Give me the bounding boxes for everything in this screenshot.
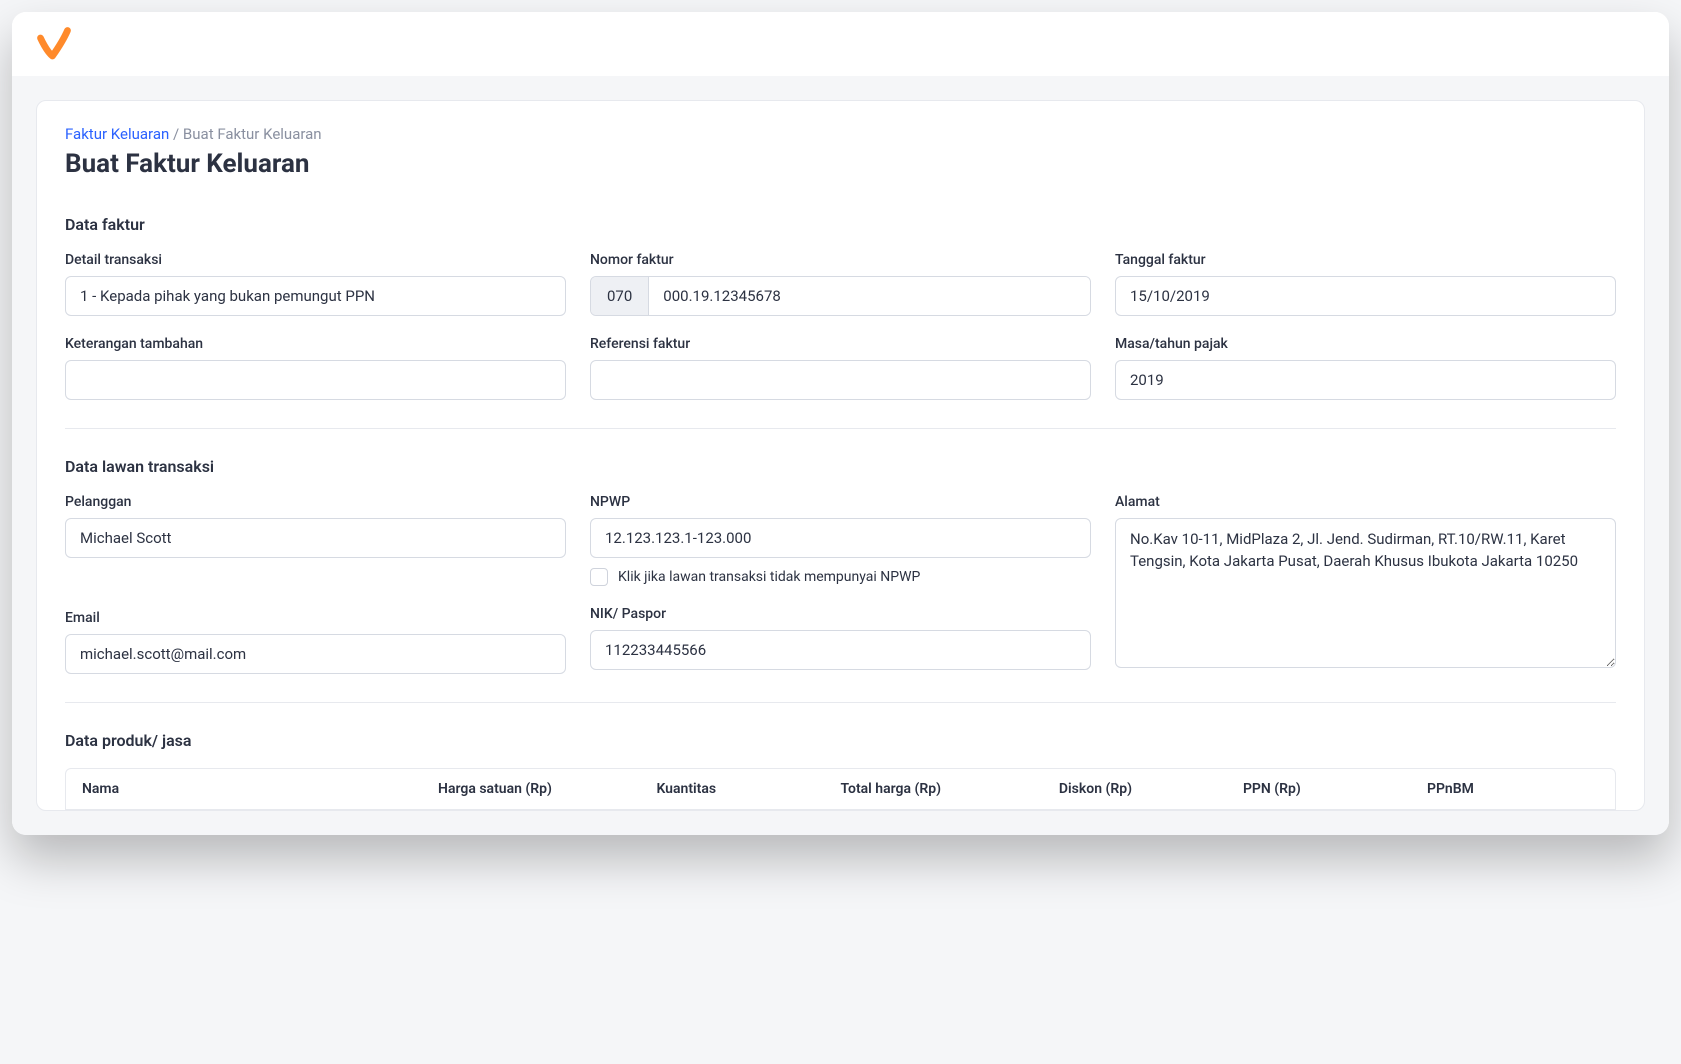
input-detail-transaksi[interactable] [65, 276, 566, 316]
input-referensi-faktur[interactable] [590, 360, 1091, 400]
label-referensi-faktur: Referensi faktur [590, 336, 1091, 352]
col-ppn: PPN (Rp) [1243, 781, 1415, 797]
breadcrumb-separator: / [169, 125, 183, 143]
col-diskon: Diskon (Rp) [1059, 781, 1231, 797]
label-keterangan-tambahan: Keterangan tambahan [65, 336, 566, 352]
divider-1 [65, 428, 1616, 429]
input-keterangan-tambahan[interactable] [65, 360, 566, 400]
label-alamat: Alamat [1115, 494, 1616, 510]
input-npwp[interactable] [590, 518, 1091, 558]
field-alamat: Alamat [1115, 494, 1616, 674]
input-nomor-faktur[interactable] [649, 277, 1090, 315]
field-keterangan-tambahan: Keterangan tambahan [65, 336, 566, 400]
label-masa-tahun-pajak: Masa/tahun pajak [1115, 336, 1616, 352]
input-masa-tahun-pajak[interactable] [1115, 360, 1616, 400]
col-nama: Nama [82, 781, 426, 797]
field-tanggal-faktur: Tanggal faktur [1115, 252, 1616, 316]
lawan-col-1: Pelanggan Email [65, 494, 566, 674]
topbar [12, 12, 1669, 76]
field-nik-paspor: NIK/ Paspor [590, 606, 1091, 670]
textarea-alamat[interactable] [1115, 518, 1616, 668]
field-pelanggan: Pelanggan [65, 494, 566, 558]
label-tanggal-faktur: Tanggal faktur [1115, 252, 1616, 268]
app-shell: Faktur Keluaran / Buat Faktur Keluaran B… [12, 12, 1669, 835]
produk-table-header: Nama Harga satuan (Rp) Kuantitas Total h… [65, 768, 1616, 810]
col-ppnbm: PPnBM [1427, 781, 1599, 797]
label-nik-paspor: NIK/ Paspor [590, 606, 1091, 622]
input-group-nomor-faktur: 070 [590, 276, 1091, 316]
field-detail-transaksi: Detail transaksi [65, 252, 566, 316]
col-kuantitas: Kuantitas [656, 781, 828, 797]
divider-2 [65, 702, 1616, 703]
label-email: Email [65, 610, 566, 626]
input-nik-paspor[interactable] [590, 630, 1091, 670]
section-title-lawan: Data lawan transaksi [65, 457, 1616, 476]
col-total-harga: Total harga (Rp) [841, 781, 1047, 797]
col-harga-satuan: Harga satuan (Rp) [438, 781, 644, 797]
lawan-col-2: NPWP Klik jika lawan transaksi tidak mem… [590, 494, 1091, 674]
label-npwp: NPWP [590, 494, 1091, 510]
faktur-grid: Detail transaksi Nomor faktur 070 Tangga… [65, 252, 1616, 400]
breadcrumb: Faktur Keluaran / Buat Faktur Keluaran [65, 125, 1616, 143]
field-nomor-faktur: Nomor faktur 070 [590, 252, 1091, 316]
logo-icon [36, 26, 72, 62]
field-npwp: NPWP Klik jika lawan transaksi tidak mem… [590, 494, 1091, 586]
npwp-checkbox-row[interactable]: Klik jika lawan transaksi tidak mempunya… [590, 568, 1091, 586]
page-title: Buat Faktur Keluaran [65, 149, 1616, 179]
main-card: Faktur Keluaran / Buat Faktur Keluaran B… [36, 100, 1645, 811]
field-masa-tahun-pajak: Masa/tahun pajak [1115, 336, 1616, 400]
field-referensi-faktur: Referensi faktur [590, 336, 1091, 400]
nomor-faktur-prefix: 070 [591, 277, 649, 315]
input-tanggal-faktur[interactable] [1115, 276, 1616, 316]
label-detail-transaksi: Detail transaksi [65, 252, 566, 268]
checkbox-icon[interactable] [590, 568, 608, 586]
breadcrumb-current: Buat Faktur Keluaran [183, 125, 322, 143]
section-title-faktur: Data faktur [65, 215, 1616, 234]
input-pelanggan[interactable] [65, 518, 566, 558]
lawan-grid: Pelanggan Email NPWP Klik jika l [65, 494, 1616, 674]
section-title-produk: Data produk/ jasa [65, 731, 1616, 750]
breadcrumb-parent-link[interactable]: Faktur Keluaran [65, 125, 169, 143]
field-email: Email [65, 610, 566, 674]
npwp-checkbox-label: Klik jika lawan transaksi tidak mempunya… [618, 569, 920, 585]
content-wrap: Faktur Keluaran / Buat Faktur Keluaran B… [12, 76, 1669, 835]
label-nomor-faktur: Nomor faktur [590, 252, 1091, 268]
input-email[interactable] [65, 634, 566, 674]
label-pelanggan: Pelanggan [65, 494, 566, 510]
